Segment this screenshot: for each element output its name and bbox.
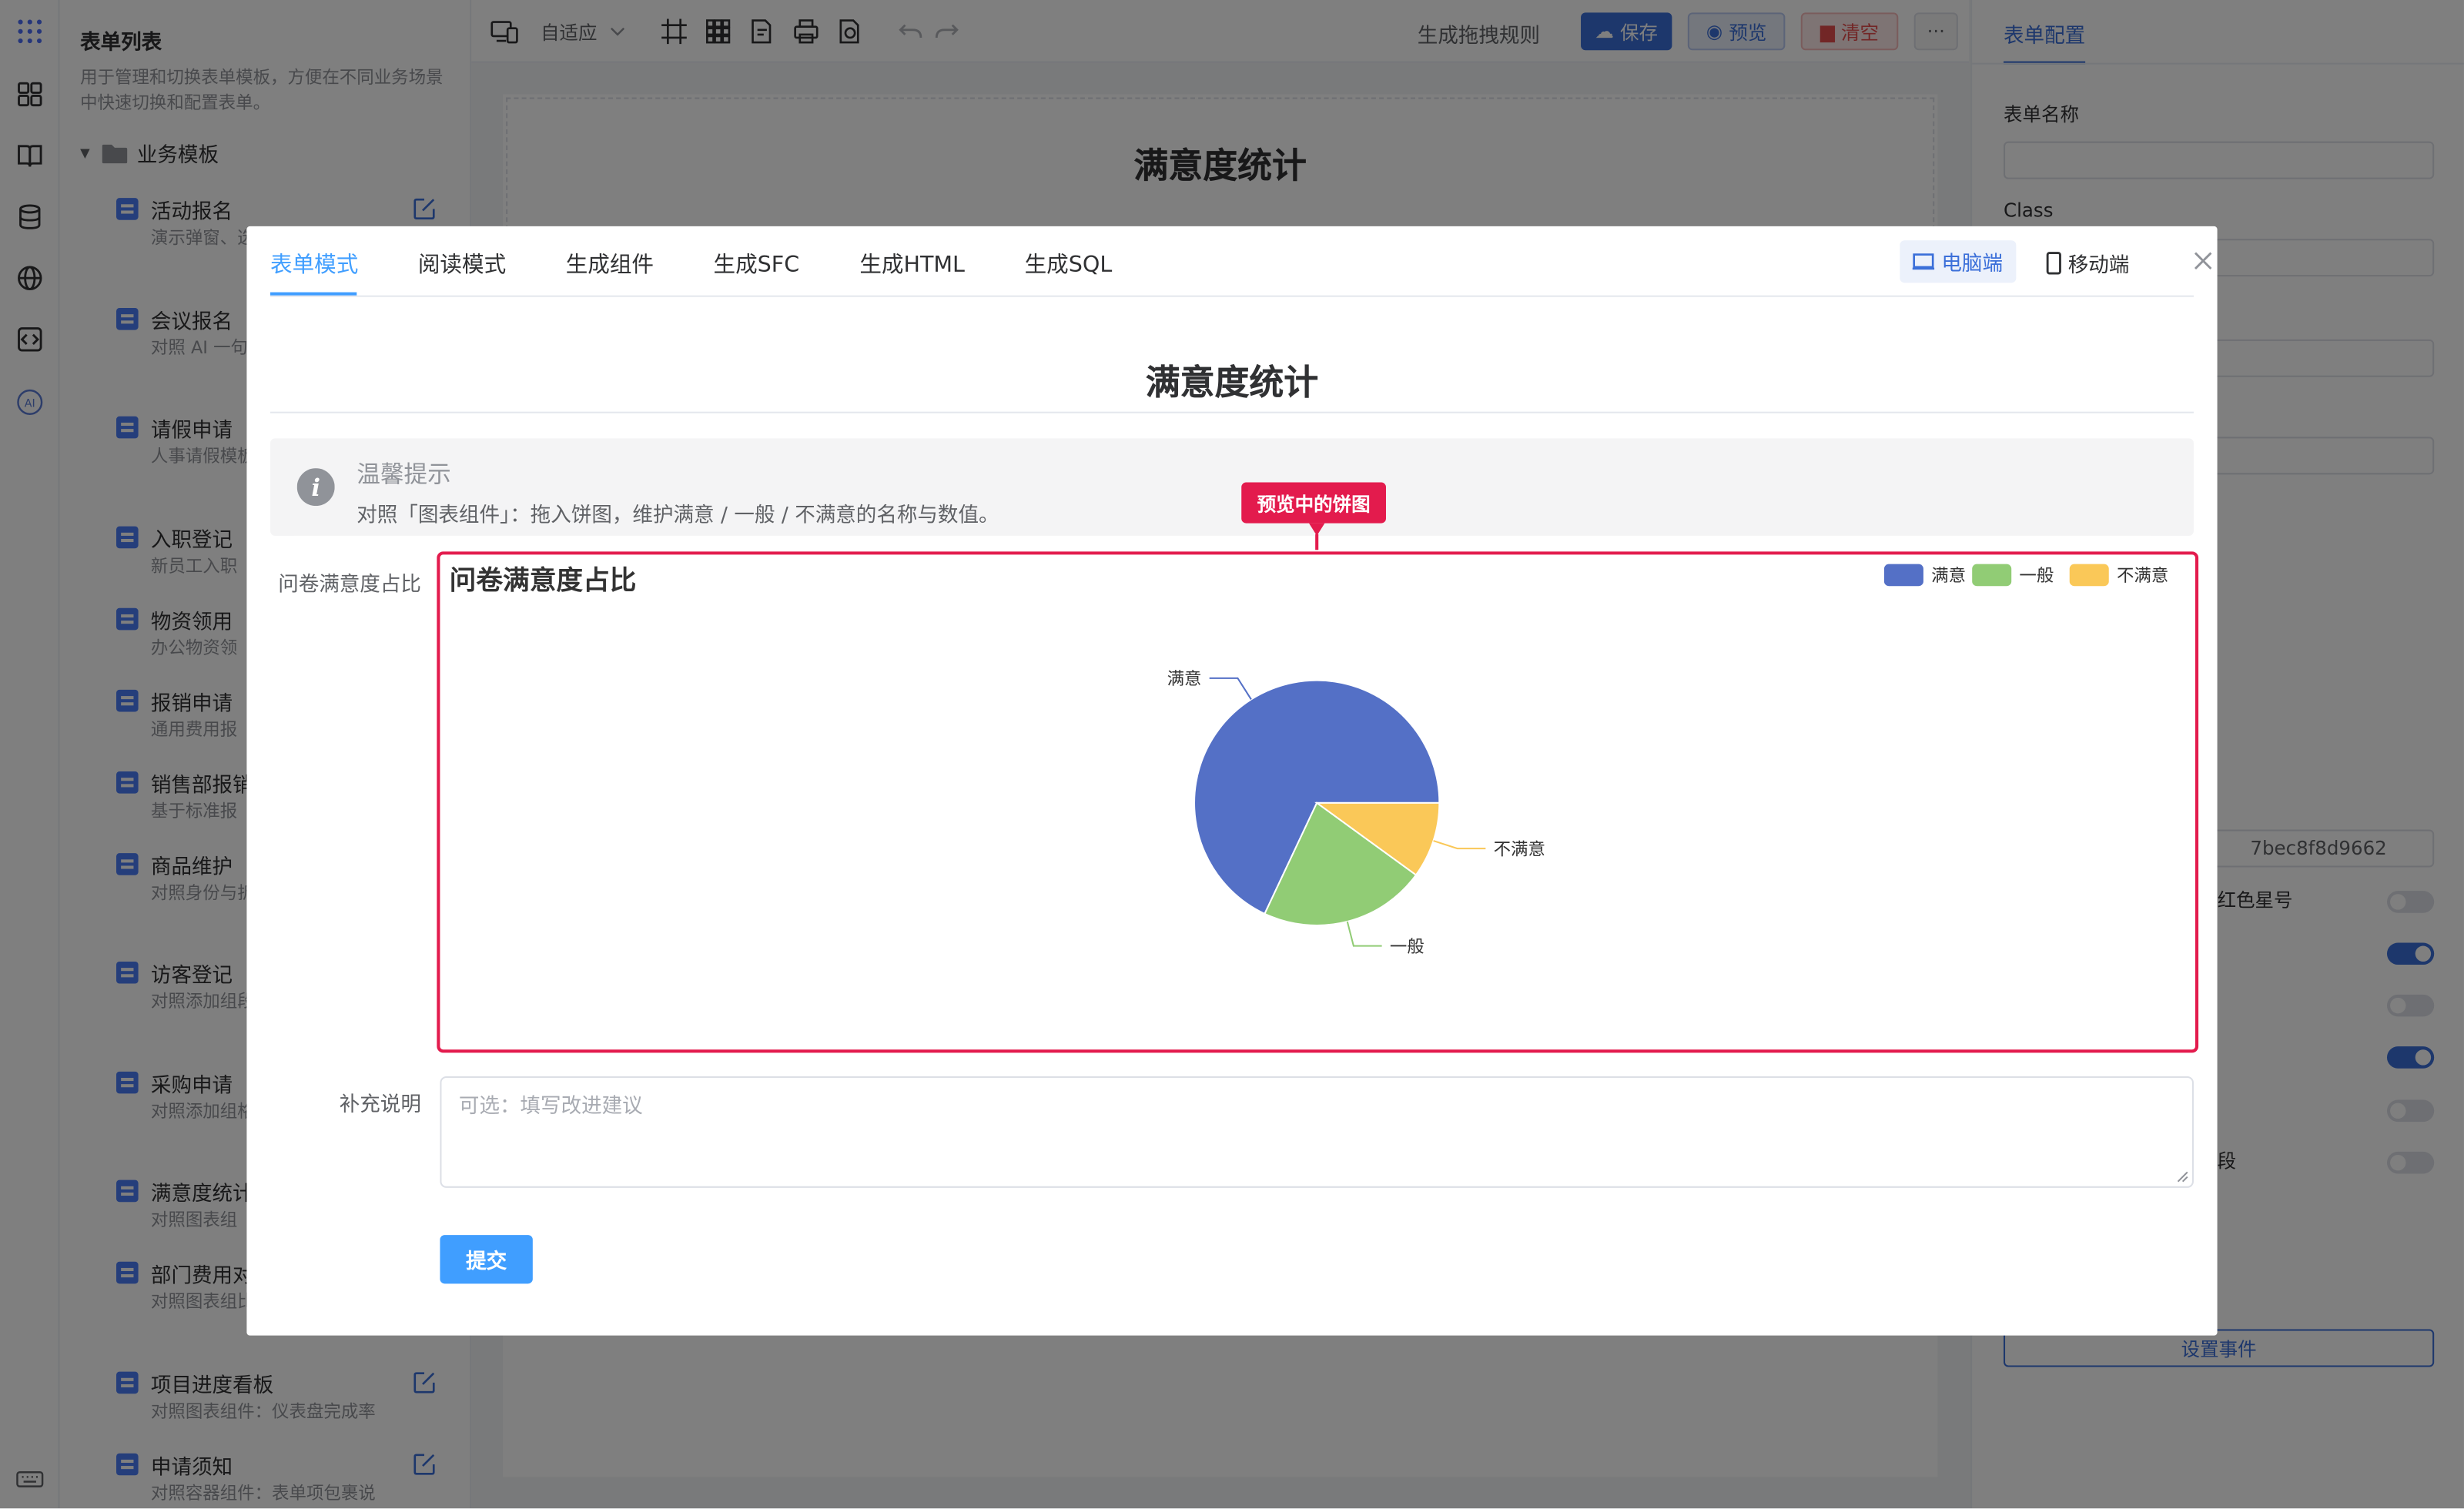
- pie-chart: 问卷满意度占比 满意 一般 不满意满意一般不满意: [450, 564, 2168, 957]
- tip-alert: i 温馨提示 对照「图表组件」：拖入饼图，维护满意 / 一般 / 不满意的名称与…: [270, 438, 2194, 536]
- legend-label: 一般: [2019, 566, 2054, 586]
- legend-label: 不满意: [2117, 566, 2168, 586]
- info-icon: i: [296, 468, 335, 507]
- pie-label: 一般: [1390, 937, 1424, 957]
- resize-grip-icon[interactable]: [2177, 1170, 2189, 1183]
- remark-placeholder: 可选：填写改进建议: [458, 1095, 643, 1119]
- preview-tabs: 表单模式 阅读模式 生成组件 生成SFC 生成HTML 生成SQL 电脑端 移动…: [270, 226, 2212, 297]
- chart-title: 问卷满意度占比: [450, 565, 637, 596]
- remark-label: 补充说明: [339, 1093, 421, 1118]
- tab-gen-html[interactable]: 生成HTML: [859, 248, 965, 279]
- pie-label: 不满意: [1494, 839, 1545, 859]
- device-pc-button[interactable]: 电脑端: [1900, 240, 2017, 283]
- legend-label: 满意: [1931, 566, 1966, 586]
- remark-textarea[interactable]: 可选：填写改进建议: [440, 1076, 2194, 1188]
- tab-gen-sql[interactable]: 生成SQL: [1025, 248, 1113, 279]
- tab-gen-sfc[interactable]: 生成SFC: [714, 248, 800, 279]
- pie-chart-container: 问卷满意度占比 满意 一般 不满意 满意 一般 不满意: [437, 551, 2199, 1053]
- tip-title: 温馨提示: [357, 460, 451, 489]
- pie-label: 满意: [1167, 669, 1202, 689]
- legend-swatch: [2069, 564, 2109, 587]
- callout-label: 预览中的饼图: [1241, 482, 1387, 524]
- device-mobile-button[interactable]: 移动端: [2046, 248, 2129, 278]
- device-pc-label: 电脑端: [1941, 253, 2003, 277]
- active-tab-indicator: [270, 292, 357, 296]
- close-icon[interactable]: [2191, 248, 2216, 273]
- monitor-icon: [1913, 253, 1936, 270]
- callout-stem: [1315, 534, 1319, 550]
- legend-swatch: [1972, 564, 2012, 587]
- legend-swatch: [1883, 564, 1923, 587]
- tab-gen-component[interactable]: 生成组件: [566, 248, 654, 279]
- submit-button[interactable]: 提交: [440, 1235, 533, 1284]
- pie-leader-line: [1346, 921, 1382, 947]
- pie-leader-line: [1209, 677, 1252, 700]
- preview-modal: 表单模式 阅读模式 生成组件 生成SFC 生成HTML 生成SQL 电脑端 移动…: [246, 226, 2218, 1336]
- app-root: AI 表单列表 用于管理和切换表单模板，方便在不同业务场景中快速切换和配置表单。…: [0, 0, 2464, 1509]
- tab-form-mode[interactable]: 表单模式: [270, 248, 358, 279]
- tip-description: 对照「图表组件」：拖入饼图，维护满意 / 一般 / 不满意的名称与数值。: [357, 504, 999, 528]
- svg-text:i: i: [311, 474, 320, 502]
- phone-icon: [2046, 252, 2061, 275]
- preview-form-title: 满意度统计: [1145, 364, 1319, 404]
- chart-field-label: 问卷满意度占比: [278, 573, 421, 597]
- title-divider: [270, 411, 2194, 413]
- pie-leader-line: [1433, 840, 1486, 850]
- device-mobile-label: 移动端: [2067, 254, 2130, 279]
- tab-read-mode[interactable]: 阅读模式: [418, 248, 506, 279]
